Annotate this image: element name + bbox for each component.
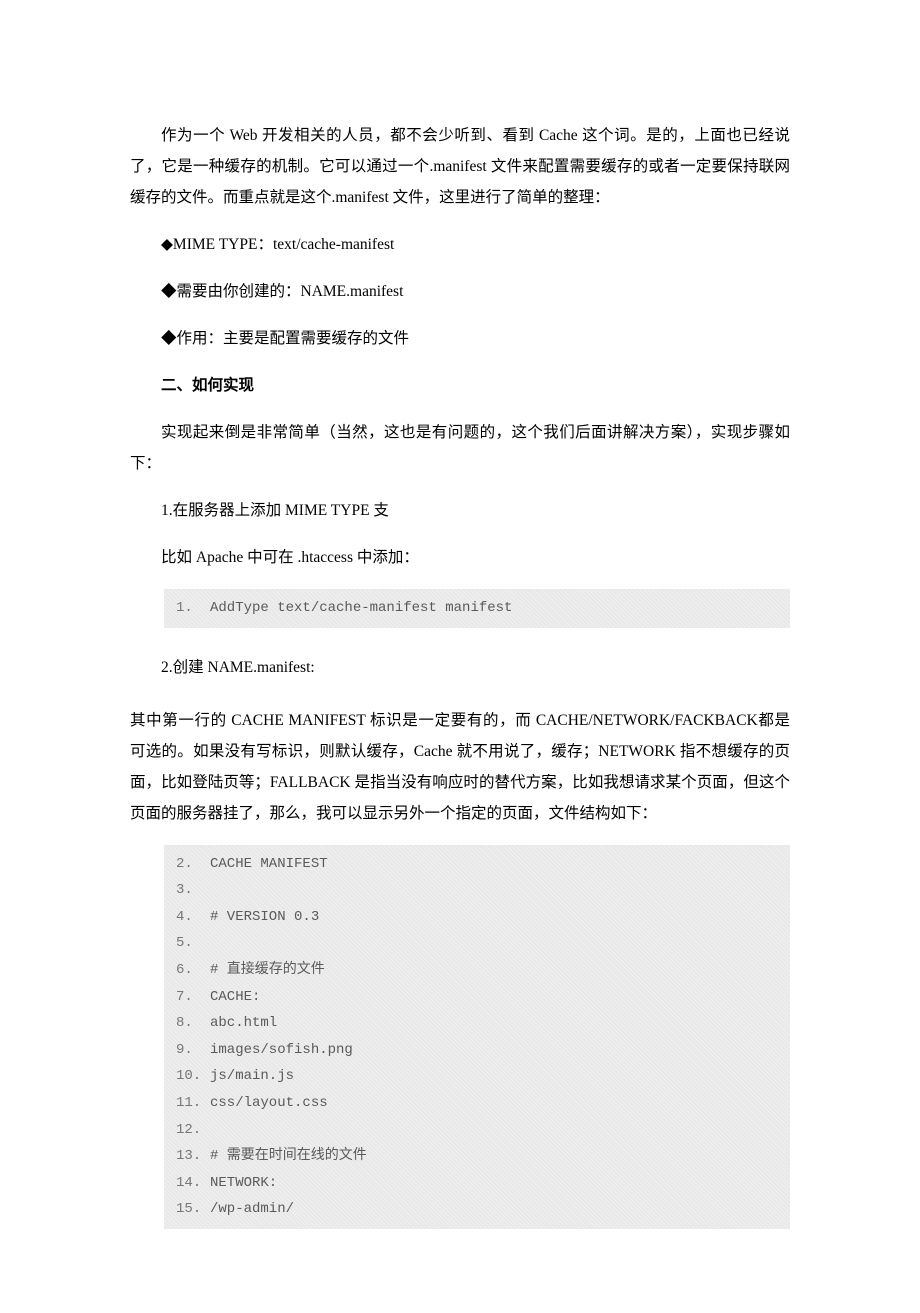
intro-paragraph: 作为一个 Web 开发相关的人员，都不会少听到、看到 Cache 这个词。是的，… [130,120,790,213]
code-line-number: 10. [176,1063,210,1090]
section-heading-2: 二、如何实现 [130,370,790,401]
code-line-text: images/sofish.png [210,1042,353,1058]
code-line-number: 2. [176,851,210,878]
code-line-number: 9. [176,1037,210,1064]
code-line-number: 8. [176,1010,210,1037]
manifest-desc-paragraph: 其中第一行的 CACHE MANIFEST 标识是一定要有的，而 CACHE/N… [130,705,790,829]
step-1-title: 1.在服务器上添加 MIME TYPE 支 [130,495,790,526]
code-line-number: 3. [176,877,210,904]
code-line-number: 15. [176,1196,210,1223]
bullet-mime-type: ◆MIME TYPE：text/cache-manifest [130,229,790,260]
code-line-text: NETWORK: [210,1175,277,1191]
code-line-text: # 需要在时间在线的文件 [210,1148,367,1164]
code-line-text: # VERSION 0.3 [210,909,319,925]
step-2-title: 2.创建 NAME.manifest: [130,652,790,683]
code-line-number: 6. [176,957,210,984]
code-line-text: /wp-admin/ [210,1201,294,1217]
code-line-number: 14. [176,1170,210,1197]
code-line-number: 1. [176,595,210,622]
code-line-text: abc.html [210,1015,277,1031]
code-line-number: 4. [176,904,210,931]
code-line-number: 7. [176,984,210,1011]
code-line-number: 13. [176,1143,210,1170]
step-1-desc: 比如 Apache 中可在 .htaccess 中添加： [130,542,790,573]
code-line-text: CACHE MANIFEST [210,856,328,872]
bullet-purpose: ◆作用：主要是配置需要缓存的文件 [130,323,790,354]
code-line-number: 12. [176,1117,210,1144]
code-line-text: js/main.js [210,1068,294,1084]
code-block-2: 2.CACHE MANIFEST 3. 4.# VERSION 0.3 5. 6… [164,845,790,1229]
code-line-number: 11. [176,1090,210,1117]
code-block-1: 1.AddType text/cache-manifest manifest [164,589,790,628]
code-line-number: 5. [176,930,210,957]
bullet-create-name: ◆需要由你创建的：NAME.manifest [130,276,790,307]
implementation-intro: 实现起来倒是非常简单（当然，这也是有问题的，这个我们后面讲解决方案），实现步骤如… [130,417,790,479]
code-line-text: CACHE: [210,989,260,1005]
code-line-text: css/layout.css [210,1095,328,1111]
code-line-text: # 直接缓存的文件 [210,962,325,978]
code-line-text: AddType text/cache-manifest manifest [210,600,512,616]
